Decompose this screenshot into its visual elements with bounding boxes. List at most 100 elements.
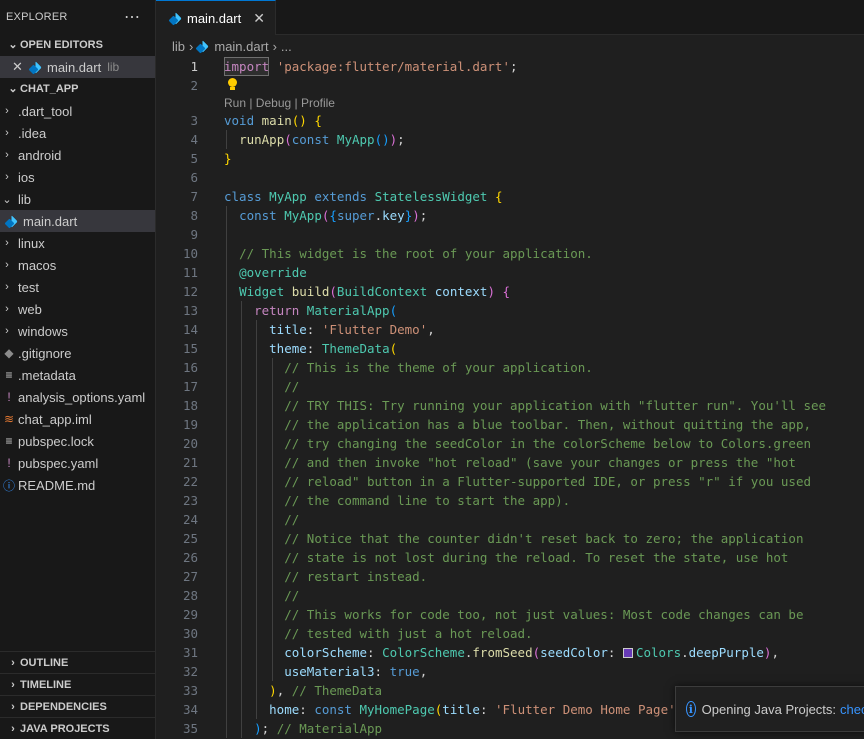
tree-item-web[interactable]: › web <box>0 298 155 320</box>
open-editor-description: lib <box>107 60 120 74</box>
tree-item-label: .idea <box>18 125 47 141</box>
yaml-icon: ! <box>7 390 11 404</box>
lightbulb-icon[interactable] <box>228 78 237 90</box>
tree-item-gitignore[interactable]: ◆ .gitignore <box>0 342 155 364</box>
chevron-right-icon: › <box>5 281 9 293</box>
code-line: 30 // tested with just a hot reload. <box>156 624 864 643</box>
tree-item-label: chat_app.iml <box>18 411 92 427</box>
line-number: 12 <box>182 284 198 299</box>
chevron-right-icon: › <box>5 303 9 315</box>
open-editors-section[interactable]: ⌄ OPEN EDITORS <box>0 34 155 56</box>
close-icon[interactable]: ✕ <box>12 59 30 75</box>
tree-item-pubspec-yaml[interactable]: ! pubspec.yaml <box>0 452 155 474</box>
tree-item-label: README.md <box>18 477 96 493</box>
line-number: 8 <box>190 208 198 223</box>
explorer-header: EXPLORER ⋯ <box>0 0 155 34</box>
outline-section[interactable]: › OUTLINE <box>0 651 155 673</box>
codelens-run-debug-profile[interactable]: Run | Debug | Profile <box>224 96 335 110</box>
project-section[interactable]: ⌄ CHAT_APP <box>0 78 155 100</box>
tree-item-label: web <box>18 301 42 317</box>
tree-item-linux[interactable]: › linux <box>0 232 155 254</box>
code-line: 19 // the application has a blue toolbar… <box>156 415 864 434</box>
tree-item-pubspec-lock[interactable]: ≡ pubspec.lock <box>0 430 155 452</box>
code-comment: // <box>284 588 300 603</box>
notification-text: Opening Java Projects: <box>701 701 837 717</box>
tab-main-dart[interactable]: main.dart ✕ <box>156 0 276 35</box>
breadcrumb: lib › main.dart › ... <box>156 35 864 57</box>
project-title: CHAT_APP <box>20 83 79 95</box>
code-line: 20 // try changing the seedColor in the … <box>156 434 864 453</box>
tree-item-label: .dart_tool <box>18 103 73 119</box>
tree-item-windows[interactable]: › windows <box>0 320 155 342</box>
code-line: 8 const MyApp({super.key}); <box>156 206 864 225</box>
dependencies-section[interactable]: › DEPENDENCIES <box>0 695 155 717</box>
tree-item-ios[interactable]: › ios <box>0 166 155 188</box>
tree-item-macos[interactable]: › macos <box>0 254 155 276</box>
code-editor[interactable]: 1 import 'package:flutter/material.dart'… <box>156 57 864 738</box>
tree-item-main-dart[interactable]: main.dart <box>0 210 155 232</box>
file-tree: › .dart_tool › .idea › android › ios ⌄ lib main.da… <box>0 100 155 496</box>
tree-item-label: analysis_options.yaml <box>18 389 146 405</box>
line-number: 27 <box>182 569 198 584</box>
tab-label: main.dart <box>187 10 242 26</box>
code-comment: // the command line to start the app). <box>284 493 571 508</box>
line-number: 25 <box>182 531 198 546</box>
code-comment: // This works for code too, not just val… <box>284 607 804 622</box>
tree-item-metadata[interactable]: ≡ .metadata <box>0 364 155 386</box>
code-line: 3 void main() { <box>156 111 864 130</box>
code-comment: // try changing the seedColor in the col… <box>284 436 812 451</box>
code-comment: // tested with just a hot reload. <box>284 626 533 641</box>
tree-item-readme-md[interactable]: ⓘ README.md <box>0 474 155 496</box>
timeline-section[interactable]: › TIMELINE <box>0 673 155 695</box>
line-number: 6 <box>190 170 198 185</box>
line-number: 21 <box>182 455 198 470</box>
chevron-right-icon: › <box>5 325 9 337</box>
notification-toast[interactable]: i Opening Java Projects: check <box>675 686 864 732</box>
code-comment: // <box>284 379 300 394</box>
line-number: 5 <box>190 151 198 166</box>
tree-item-label: android <box>18 147 62 163</box>
tree-item-label: windows <box>18 323 68 339</box>
close-icon[interactable]: ✕ <box>253 10 265 27</box>
color-swatch[interactable] <box>622 648 633 658</box>
line-number: 3 <box>190 113 198 128</box>
breadcrumb-file[interactable]: main.dart <box>214 39 268 54</box>
ellipsis-icon[interactable]: ⋯ <box>124 7 141 27</box>
breadcrumb-lib[interactable]: lib <box>172 39 185 54</box>
info-icon: i <box>686 701 696 717</box>
code-line: 5 } <box>156 149 864 168</box>
open-editor-item-main-dart[interactable]: ✕ main.dart lib <box>0 56 155 78</box>
tree-item-label: ios <box>18 169 35 185</box>
code-comment: // TRY THIS: Try running your applicatio… <box>284 398 827 413</box>
line-number: 18 <box>182 398 198 413</box>
breadcrumb-symbol[interactable]: ... <box>281 39 292 54</box>
tree-item-chat-app-iml[interactable]: ≋ chat_app.iml <box>0 408 155 430</box>
line-number: 1 <box>190 59 198 74</box>
chevron-right-icon: › <box>272 38 277 54</box>
line-number: 20 <box>182 436 198 451</box>
tree-item-dart-tool[interactable]: › .dart_tool <box>0 100 155 122</box>
line-number: 24 <box>182 512 198 527</box>
tree-item-label: .gitignore <box>18 345 72 361</box>
tree-item-idea[interactable]: › .idea <box>0 122 155 144</box>
dart-file-icon <box>6 216 17 227</box>
tree-item-analysis-options-yaml[interactable]: ! analysis_options.yaml <box>0 386 155 408</box>
notification-link[interactable]: check <box>840 702 864 717</box>
line-number: 31 <box>182 645 198 660</box>
dart-file-icon <box>170 13 181 24</box>
outline-title: OUTLINE <box>20 657 69 669</box>
tree-item-test[interactable]: › test <box>0 276 155 298</box>
dependencies-title: DEPENDENCIES <box>20 701 107 713</box>
tab-bar: main.dart ✕ <box>156 0 864 35</box>
line-number: 17 <box>182 379 198 394</box>
line-number: 23 <box>182 493 198 508</box>
tree-item-label: macos <box>18 257 57 273</box>
xml-file-icon: ≋ <box>3 412 15 426</box>
tree-item-android[interactable]: › android <box>0 144 155 166</box>
explorer-title: EXPLORER <box>6 11 68 23</box>
java-projects-section[interactable]: › JAVA PROJECTS <box>0 717 155 739</box>
line-number: 22 <box>182 474 198 489</box>
code-comment: // This widget is the root of your appli… <box>239 246 593 261</box>
tree-item-lib[interactable]: ⌄ lib <box>0 188 155 210</box>
chevron-right-icon: › <box>189 38 194 54</box>
